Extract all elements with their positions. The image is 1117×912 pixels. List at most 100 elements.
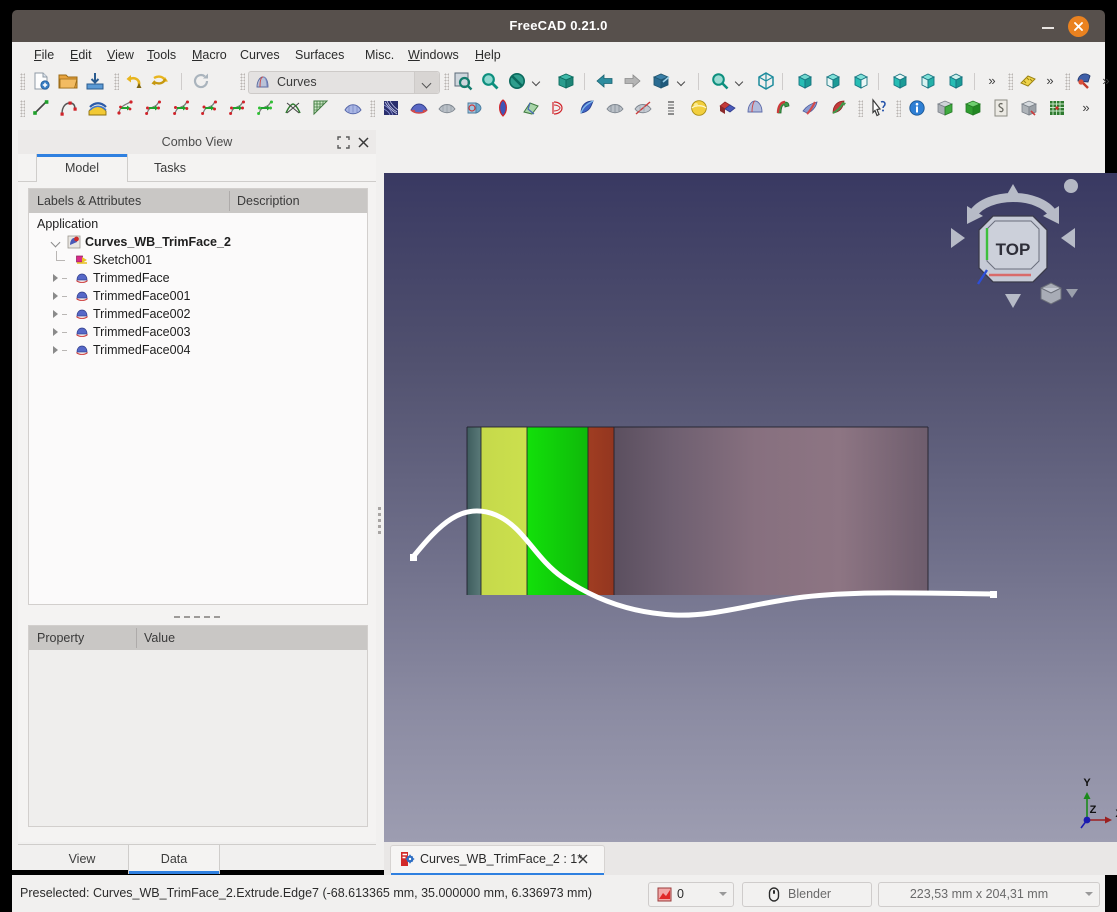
clipboard-button[interactable]: [990, 97, 1012, 119]
macro-record-button[interactable]: [1074, 70, 1096, 92]
draw-style-dropdown[interactable]: [530, 70, 543, 92]
front-view-button[interactable]: [794, 70, 816, 92]
multi-loft-button[interactable]: [660, 97, 682, 119]
segment-surface-button[interactable]: [492, 97, 514, 119]
panel-splitter[interactable]: [377, 507, 382, 537]
toolbar-grip-file[interactable]: [20, 73, 25, 90]
view-forward-button[interactable]: [621, 70, 643, 92]
minimize-button[interactable]: [1038, 16, 1058, 36]
arc-tool-button[interactable]: [58, 97, 80, 119]
close-panel-button[interactable]: [356, 135, 371, 150]
top-view-button[interactable]: [822, 70, 844, 92]
gordon-surface-button[interactable]: [310, 97, 332, 119]
interpolate-curve-button[interactable]: [114, 97, 136, 119]
redo-button[interactable]: [149, 70, 171, 92]
chevron-right-icon[interactable]: [51, 305, 61, 323]
part-box-button[interactable]: [934, 97, 956, 119]
split-curve-button[interactable]: [254, 97, 276, 119]
toolbar-overflow-3[interactable]: »: [1098, 71, 1114, 91]
tree-col-labels[interactable]: Labels & Attributes: [37, 189, 141, 213]
tree-row-application[interactable]: Application: [29, 215, 367, 233]
pipeshell-button[interactable]: [436, 97, 458, 119]
fit-selection-button[interactable]: [452, 70, 474, 92]
hooks-button[interactable]: [688, 97, 710, 119]
solid-tool-button[interactable]: [744, 97, 766, 119]
chevron-right-icon[interactable]: [51, 323, 61, 341]
chevron-down-icon[interactable]: [51, 233, 61, 251]
toolbar-grip-surfaces[interactable]: [370, 100, 375, 117]
fit-all-button[interactable]: [479, 70, 501, 92]
menu-file[interactable]: File: [26, 42, 62, 68]
save-document-button[interactable]: [84, 70, 106, 92]
toolbar-grip-edit[interactable]: [114, 73, 119, 90]
tab-model[interactable]: Model: [36, 154, 128, 182]
tree-row-document[interactable]: Curves_WB_TrimFace_2: [29, 233, 367, 251]
toolbar-overflow-1[interactable]: »: [984, 71, 1000, 91]
document-tab[interactable]: Curves_WB_TrimFace_2 : 1*: [390, 845, 605, 876]
draw-style-button[interactable]: [506, 70, 528, 92]
float-panel-button[interactable]: [336, 135, 351, 150]
menu-surfaces[interactable]: Surfaces: [287, 42, 352, 68]
tree-row-sketch001[interactable]: Sketch001: [29, 251, 367, 269]
right-view-button[interactable]: [850, 70, 872, 92]
menu-misc[interactable]: Misc.: [357, 42, 402, 68]
measure-button[interactable]: [1017, 70, 1039, 92]
bottom-view-button[interactable]: [917, 70, 939, 92]
toolbar-grip-part[interactable]: [896, 100, 901, 117]
info-button[interactable]: [906, 97, 928, 119]
mixed-curve-button[interactable]: [800, 97, 822, 119]
chevron-down-icon[interactable]: [719, 892, 727, 897]
tree-row-trimmedface001[interactable]: TrimmedFace001: [29, 287, 367, 305]
toolbar-grip-whatsthis[interactable]: [858, 100, 863, 117]
refresh-button[interactable]: [190, 70, 212, 92]
flatten-face-button[interactable]: [464, 97, 486, 119]
navigation-cube[interactable]: TOP: [943, 176, 1083, 316]
menu-edit[interactable]: Edit: [62, 42, 100, 68]
reflect-lines-button[interactable]: [632, 97, 654, 119]
menu-curves[interactable]: Curves: [232, 42, 288, 68]
surface-trim-button[interactable]: [576, 97, 598, 119]
tab-tasks[interactable]: Tasks: [126, 154, 214, 182]
toolbar-grip-workbench[interactable]: [240, 73, 245, 90]
grid-button[interactable]: [1046, 97, 1068, 119]
toolbar-grip-misc[interactable]: [1008, 73, 1013, 90]
close-tab-button[interactable]: [576, 852, 590, 866]
tab-data[interactable]: Data: [128, 845, 220, 874]
3d-viewport[interactable]: TOP Y X: [384, 173, 1117, 842]
dimension-indicator[interactable]: 223,53 mm x 204,31 mm: [878, 882, 1100, 907]
sweep2rails-button[interactable]: [520, 97, 542, 119]
box-selection-button[interactable]: [555, 70, 577, 92]
undo-button[interactable]: [122, 70, 144, 92]
chevron-down-icon[interactable]: [414, 72, 439, 93]
discretize-button[interactable]: [282, 97, 304, 119]
chevron-right-icon[interactable]: [51, 341, 61, 359]
chevron-right-icon[interactable]: [51, 269, 61, 287]
panel-resize-handle[interactable]: [18, 609, 376, 621]
profile-support-button[interactable]: [548, 97, 570, 119]
new-document-button[interactable]: [30, 70, 52, 92]
menu-help[interactable]: Help: [467, 42, 509, 68]
toolbar-overflow-2[interactable]: »: [1042, 71, 1058, 91]
gray-cube-button[interactable]: [1018, 97, 1040, 119]
tree-row-trimmedface003[interactable]: TrimmedFace003: [29, 323, 367, 341]
close-button[interactable]: [1068, 16, 1089, 37]
map-on-face-button[interactable]: [716, 97, 738, 119]
axonometric-dropdown[interactable]: [675, 70, 688, 92]
sketch-on-surface-button[interactable]: [380, 97, 402, 119]
isocurve-button[interactable]: [342, 97, 364, 119]
tree-row-trimmedface004[interactable]: TrimmedFace004: [29, 341, 367, 359]
whats-this-button[interactable]: [868, 97, 890, 119]
zebra-tool-button[interactable]: [604, 97, 626, 119]
toolbar-grip-view[interactable]: [444, 73, 449, 90]
open-document-button[interactable]: [57, 70, 79, 92]
unit-indicator[interactable]: 0: [648, 882, 734, 907]
property-col-property[interactable]: Property: [37, 626, 84, 650]
curve-on-surface-button[interactable]: [772, 97, 794, 119]
property-col-value[interactable]: Value: [144, 626, 175, 650]
zoom-button[interactable]: [709, 70, 731, 92]
parametric-blend-button[interactable]: [170, 97, 192, 119]
toolbar-overflow-4[interactable]: »: [1078, 98, 1094, 118]
blend-surface-button[interactable]: [408, 97, 430, 119]
curve-extend-button[interactable]: [198, 97, 220, 119]
workbench-selector[interactable]: Curves: [248, 71, 440, 94]
